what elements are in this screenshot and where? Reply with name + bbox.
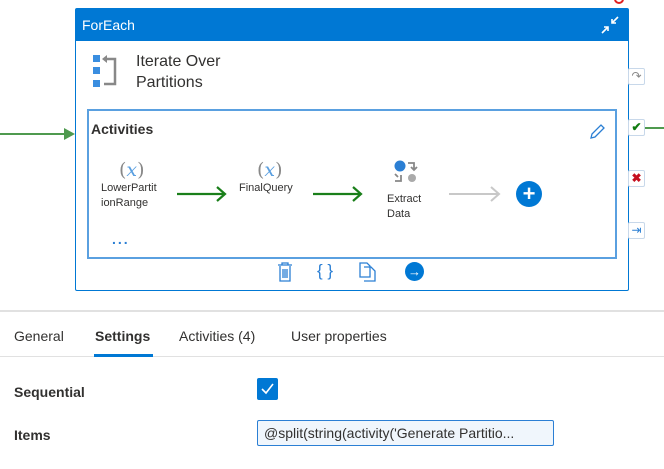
outgoing-connector [645,127,664,129]
completion-output-icon[interactable]: ⇥ [628,222,645,239]
tab-user-properties[interactable]: User properties [291,328,387,344]
incoming-connector [0,133,66,135]
foreach-icon [93,55,117,87]
clone-icon[interactable] [359,262,377,282]
node-label: Extract Data [387,193,422,220]
foreach-header: ForEach [76,9,628,41]
failure-output-icon[interactable]: ✖ [628,170,645,187]
connector-arrow-icon [64,128,75,140]
success-arrow [313,186,363,202]
activity-node-extract-data[interactable]: Extract Data [387,159,437,222]
success-arrow [177,186,227,202]
success-output-icon[interactable]: ✔ [628,119,645,136]
activities-container: Activities (x) LowerPartit ionRange (x) F… [87,109,617,259]
edit-pencil-icon[interactable] [588,123,606,141]
tab-activities[interactable]: Activities (4) [179,328,255,344]
error-indicator [614,0,624,4]
copy-data-icon [394,160,418,182]
variable-icon: (x) [257,159,283,181]
foreach-header-title: ForEach [82,17,135,33]
activity-node-finalquery[interactable]: (x) FinalQuery [239,159,305,196]
panel-divider [0,310,664,312]
sequential-label: Sequential [14,384,85,400]
active-tab-indicator [94,354,153,357]
node-label: LowerPartit ionRange [101,182,157,209]
more-options-button[interactable]: ... [112,231,130,247]
items-label: Items [14,427,51,443]
items-input[interactable]: @split(string(activity('Generate Partiti… [257,420,554,446]
checkmark-icon [261,383,274,395]
skip-output-icon[interactable]: ↷ [628,68,645,85]
activity-title: Iterate Over Partitions [136,53,221,91]
pending-arrow [449,186,501,202]
tab-general[interactable]: General [14,328,64,344]
navigate-icon[interactable]: → [405,262,424,281]
sequential-checkbox[interactable] [257,378,278,400]
foreach-activity[interactable]: ForEach Iterate Over Partitions Activitie… [75,8,629,291]
delete-icon[interactable] [277,262,293,282]
collapse-icon[interactable] [600,15,620,35]
tab-settings[interactable]: Settings [95,328,150,344]
code-icon[interactable]: { } [317,261,333,281]
add-activity-button[interactable]: + [516,181,542,207]
variable-icon: (x) [119,159,145,181]
node-label: FinalQuery [239,182,293,194]
activities-label: Activities [91,121,154,137]
activity-node-lowerpartitionrange[interactable]: (x) LowerPartit ionRange [101,159,167,211]
